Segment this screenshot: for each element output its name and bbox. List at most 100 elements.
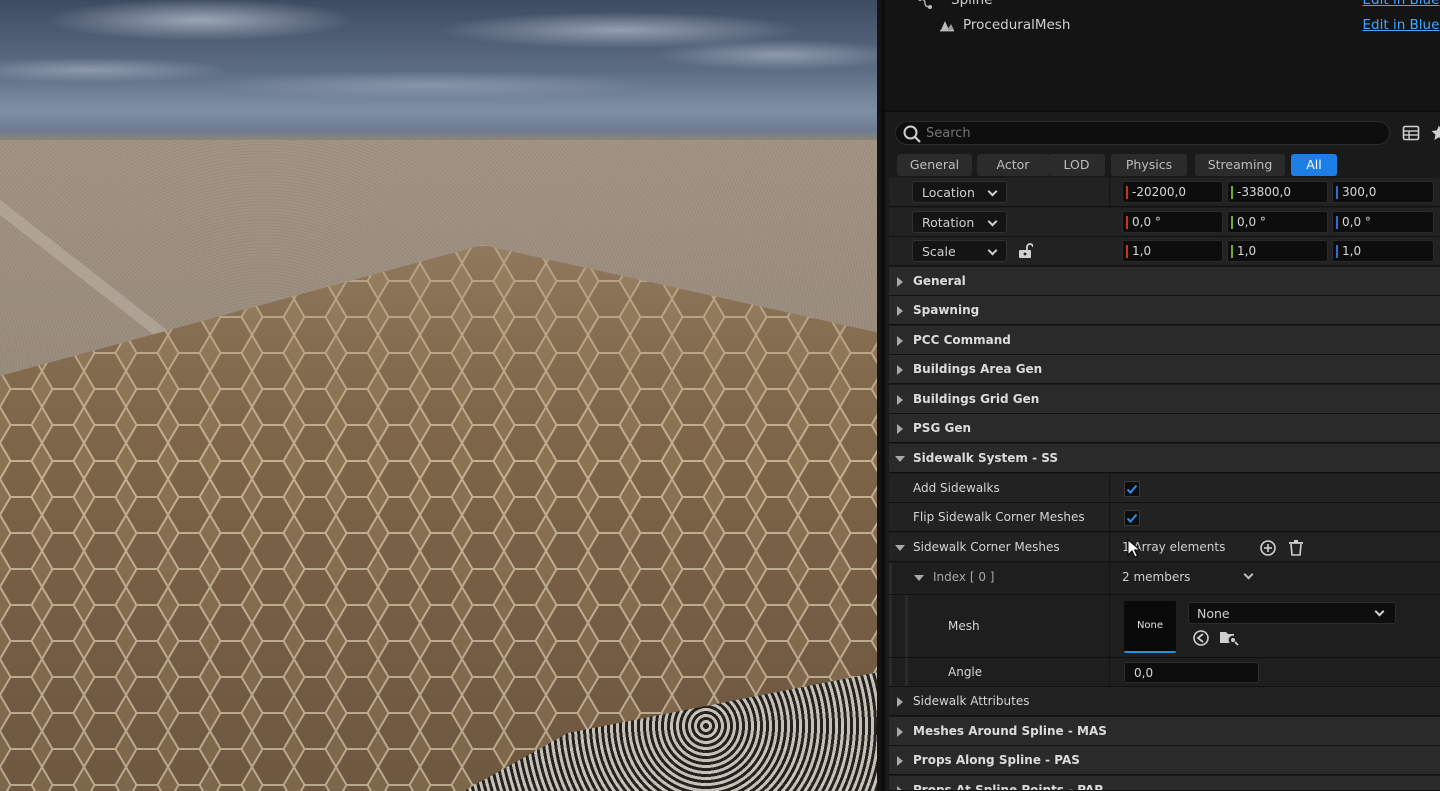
category-label: PCC Command [913,333,1011,347]
search-input[interactable] [926,126,1366,141]
scale-y-value: 1,0 [1237,244,1257,258]
rotation-y-value: 0,0 ° [1237,215,1266,229]
category-meshes-around-spline[interactable]: Meshes Around Spline - MAS [889,717,1440,746]
expand-arrow-icon [897,786,903,790]
expand-arrow-icon [897,424,903,434]
expand-arrow-icon [897,306,903,316]
tree-item-label: Spline [951,0,993,8]
expand-arrow-icon [897,727,903,737]
scale-row: Scale 1,0 1,0 1,0 [889,237,1440,266]
filter-tab-actor[interactable]: Actor [977,154,1049,176]
checkmark-icon [1126,484,1138,494]
chevron-down-icon [987,245,998,256]
unlock-icon[interactable] [1017,242,1033,259]
filter-tab-general[interactable]: General [897,154,972,176]
delete-all-icon[interactable] [1288,539,1304,557]
search-icon [903,125,921,143]
scale-x-value: 1,0 [1132,244,1152,258]
location-dropdown[interactable]: Location [912,181,1007,203]
category-psg-gen[interactable]: PSG Gen [889,414,1440,443]
flip-corner-meshes-checkbox[interactable] [1124,510,1140,526]
mesh-value: None [1197,606,1230,621]
filter-tab-streaming[interactable]: Streaming [1195,154,1285,176]
index-0-row: Index [ 0 ] 2 members [889,563,1440,595]
mesh-label: Mesh [948,619,980,633]
flip-corner-meshes-row: Flip Sidewalk Corner Meshes [889,503,1440,532]
favorite-star-icon[interactable] [1430,124,1440,142]
category-props-along-spline[interactable]: Props Along Spline - PAS [889,746,1440,775]
collapse-arrow-icon[interactable] [914,575,924,581]
expand-arrow-icon [897,697,903,707]
mesh-row: Mesh None None [889,595,1440,658]
angle-label: Angle [948,665,983,679]
chevron-down-icon[interactable] [1243,569,1254,580]
rotation-dropdown[interactable]: Rotation [912,211,1007,233]
category-label: Sidewalk System - SS [913,451,1059,465]
location-x-field[interactable]: -20200,0 [1122,181,1223,203]
checkmark-icon [1126,513,1138,523]
expand-arrow-icon [897,395,903,405]
location-row: Location -20200,0 -33800,0 300,0 [889,178,1440,207]
add-sidewalks-checkbox[interactable] [1124,481,1140,497]
rotation-row: Rotation 0,0 ° 0,0 ° 0,0 ° [889,208,1440,237]
category-props-at-spline-points[interactable]: Props At Spline Points - PAP [889,776,1440,791]
collapse-arrow-icon[interactable] [895,545,905,551]
edit-in-blueprint-link[interactable]: Edit in Bluep [1363,0,1440,8]
scale-y-field[interactable]: 1,0 [1227,240,1328,262]
location-z-value: 300,0 [1342,185,1377,199]
category-buildings-grid-gen[interactable]: Buildings Grid Gen [889,385,1440,414]
mesh-asset-picker[interactable]: None [1188,602,1396,624]
thumbnail-text: None [1136,620,1164,631]
angle-row: Angle 0,0 [889,658,1440,687]
add-element-icon[interactable] [1259,539,1277,557]
tree-row-spline[interactable]: Spline Edit in Bluep [885,0,1440,16]
sidewalk-attributes-row[interactable]: Sidewalk Attributes [889,687,1440,716]
expand-arrow-icon [897,365,903,375]
angle-input[interactable]: 0,0 [1124,662,1259,683]
scale-dropdown[interactable]: Scale [912,240,1007,262]
filter-tab-lod[interactable]: LOD [1048,154,1105,176]
expand-arrow-icon [897,756,903,766]
location-label: Location [922,185,975,200]
browse-asset-icon[interactable] [1219,628,1239,646]
category-general[interactable]: General [889,267,1440,296]
level-viewport[interactable] [0,0,877,791]
scale-z-field[interactable]: 1,0 [1332,240,1434,262]
rotation-label: Rotation [922,215,975,230]
scale-z-value: 1,0 [1342,244,1362,258]
mesh-thumbnail[interactable]: None [1124,601,1176,653]
category-label: Buildings Grid Gen [913,392,1040,406]
edit-in-blueprint-link[interactable]: Edit in Bluep [1363,17,1440,33]
tree-item-label: ProceduralMesh [963,17,1071,33]
details-search[interactable] [895,121,1390,145]
chevron-down-icon [987,186,998,197]
details-panel: Spline Edit in Bluep ProceduralMesh Edit… [881,0,1440,791]
location-z-field[interactable]: 300,0 [1332,181,1434,203]
filter-tab-physics[interactable]: Physics [1111,154,1187,176]
add-sidewalks-row: Add Sidewalks [889,474,1440,503]
category-sidewalk-system[interactable]: Sidewalk System - SS [889,444,1440,473]
mouse-cursor-icon [1127,539,1141,558]
component-tree: Spline Edit in Bluep ProceduralMesh Edit… [885,0,1440,112]
corner-meshes-label: Sidewalk Corner Meshes [913,540,1060,554]
expand-arrow-icon [897,336,903,346]
tree-row-procedural-mesh[interactable]: ProceduralMesh Edit in Bluep [885,16,1440,38]
rotation-x-field[interactable]: 0,0 ° [1122,211,1223,233]
rotation-z-field[interactable]: 0,0 ° [1332,211,1434,233]
category-label: Meshes Around Spline - MAS [913,724,1107,738]
location-y-field[interactable]: -33800,0 [1227,181,1328,203]
rotation-y-field[interactable]: 0,0 ° [1227,211,1328,233]
category-buildings-area-gen[interactable]: Buildings Area Gen [889,355,1440,384]
category-label: PSG Gen [913,421,971,435]
corner-meshes-array-row: Sidewalk Corner Meshes 1 Array elements [889,533,1440,562]
filter-tab-all[interactable]: All [1291,154,1337,176]
location-y-value: -33800,0 [1237,185,1291,199]
category-pcc-command[interactable]: PCC Command [889,326,1440,355]
location-x-value: -20200,0 [1132,185,1186,199]
use-selected-asset-icon[interactable] [1192,629,1210,647]
category-spawning[interactable]: Spawning [889,296,1440,325]
category-label: General [913,274,966,288]
scale-x-field[interactable]: 1,0 [1122,240,1223,262]
property-matrix-icon[interactable] [1402,124,1420,142]
category-label: Props At Spline Points - PAP [913,783,1104,791]
